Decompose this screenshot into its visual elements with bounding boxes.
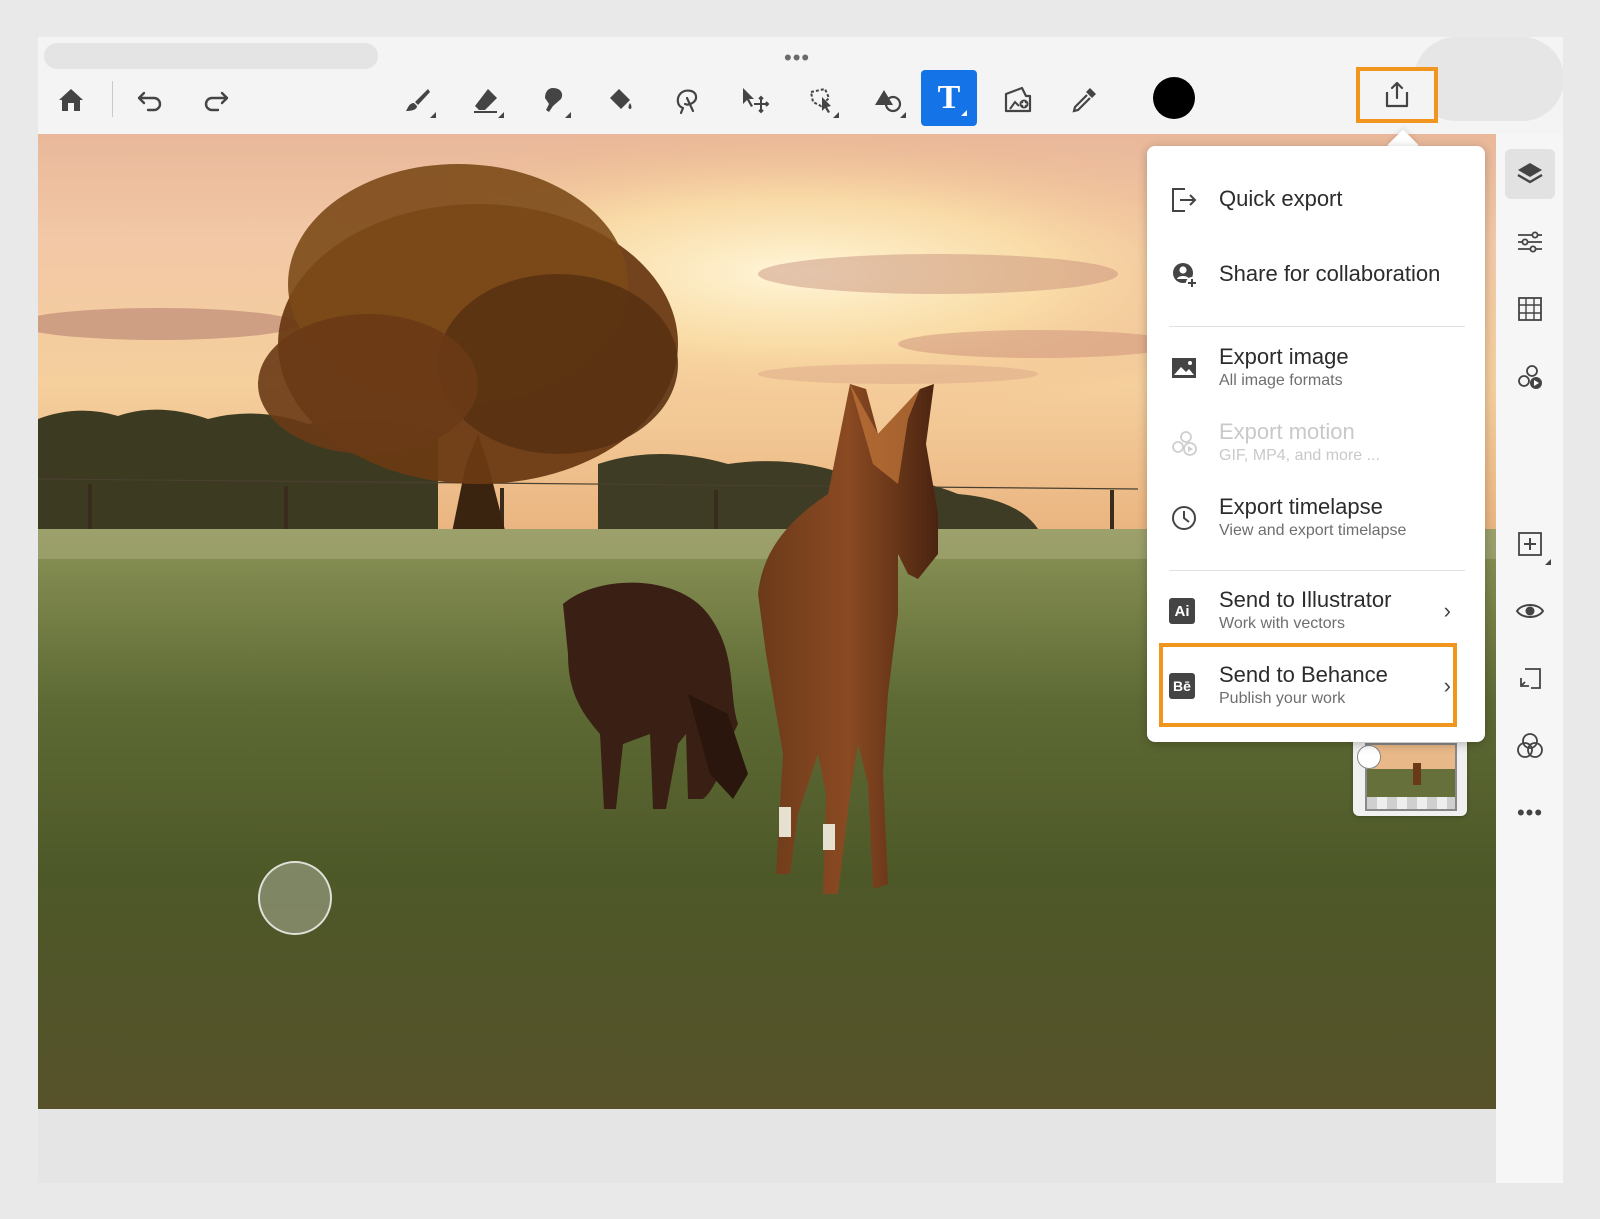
quick-export-item[interactable]: Quick export [1147,168,1485,232]
export-timelapse-item[interactable]: Export timelapse View and export timelap… [1147,486,1485,550]
fill-tool[interactable] [592,72,648,128]
clock-icon [1172,506,1196,530]
brush-tool[interactable] [390,72,446,128]
toolbar-divider [112,81,113,117]
behance-highlight-box [1159,643,1457,727]
paint-bucket-icon [610,89,632,109]
home-button[interactable] [43,72,99,128]
share-export-icon [1385,81,1409,108]
smudge-tool[interactable] [525,72,581,128]
motion-icon [1518,365,1542,389]
export-menu: Quick export Share for collaboration Exp… [1147,146,1485,742]
eraser-tool[interactable] [458,72,514,128]
eyedropper-tool[interactable] [1056,72,1112,128]
visibility-button[interactable] [1505,586,1555,636]
menu-divider [1169,326,1465,327]
image-icon [1172,358,1196,378]
window-menu-dots[interactable]: ••• [784,45,810,71]
illustrator-icon: Ai [1169,598,1195,624]
undo-button[interactable] [122,72,178,128]
lasso-tool[interactable] [659,72,715,128]
layer-thumbnail[interactable] [1353,735,1467,816]
share-export-button[interactable] [1356,67,1438,123]
chevron-right-icon: › [1443,598,1451,623]
layers-button[interactable] [1505,149,1555,199]
export-image-item[interactable]: Export image All image formats [1147,336,1485,400]
blend-icon [1517,733,1543,758]
text-tool[interactable]: T [921,70,977,126]
sliders-icon [1518,231,1542,253]
layers-icon [1517,163,1543,184]
selection-tool[interactable] [793,72,849,128]
shape-tool[interactable] [860,72,916,128]
move-tool[interactable] [726,72,782,128]
eye-icon [1515,604,1545,618]
color-swatch[interactable] [1153,77,1195,119]
image-layer-icon [1357,745,1381,769]
menu-divider [1169,570,1465,571]
more-icon: ••• [1516,800,1544,825]
home-icon [59,89,83,111]
brush-cursor [258,861,332,935]
grid-button[interactable] [1505,284,1555,334]
move-icon [743,88,770,114]
redo-icon [204,91,229,112]
merge-down-button[interactable] [1505,654,1555,704]
motion-button[interactable] [1505,352,1555,402]
collaboration-icon [1173,263,1198,289]
export-motion-item[interactable]: Export motion GIF, MP4, and more ... [1147,411,1485,475]
redo-button[interactable] [188,72,244,128]
document-title-bar [44,43,378,69]
more-button[interactable]: ••• [1505,788,1555,838]
lasso-icon [676,89,698,115]
undo-icon [137,91,162,112]
merge-down-icon [1520,668,1541,689]
layer-panel-bar: ••• [1496,134,1563,1183]
add-layer-icon [1518,532,1542,556]
canvas-bottom-area [38,1109,1496,1183]
text-icon: T [937,79,961,116]
blend-mode-button[interactable] [1505,721,1555,771]
eyedropper-icon [1072,88,1096,113]
share-for-collaboration-item[interactable]: Share for collaboration [1147,243,1485,307]
grid-icon [1518,297,1542,321]
place-image-icon [1004,86,1032,113]
place-image-tool[interactable] [990,72,1046,128]
send-to-illustrator-item[interactable]: Ai Send to Illustrator Work with vectors… [1147,579,1485,643]
adjustments-button[interactable] [1505,217,1555,267]
add-layer-button[interactable] [1505,519,1555,569]
quick-export-icon [1172,188,1197,212]
motion-icon [1172,431,1197,456]
